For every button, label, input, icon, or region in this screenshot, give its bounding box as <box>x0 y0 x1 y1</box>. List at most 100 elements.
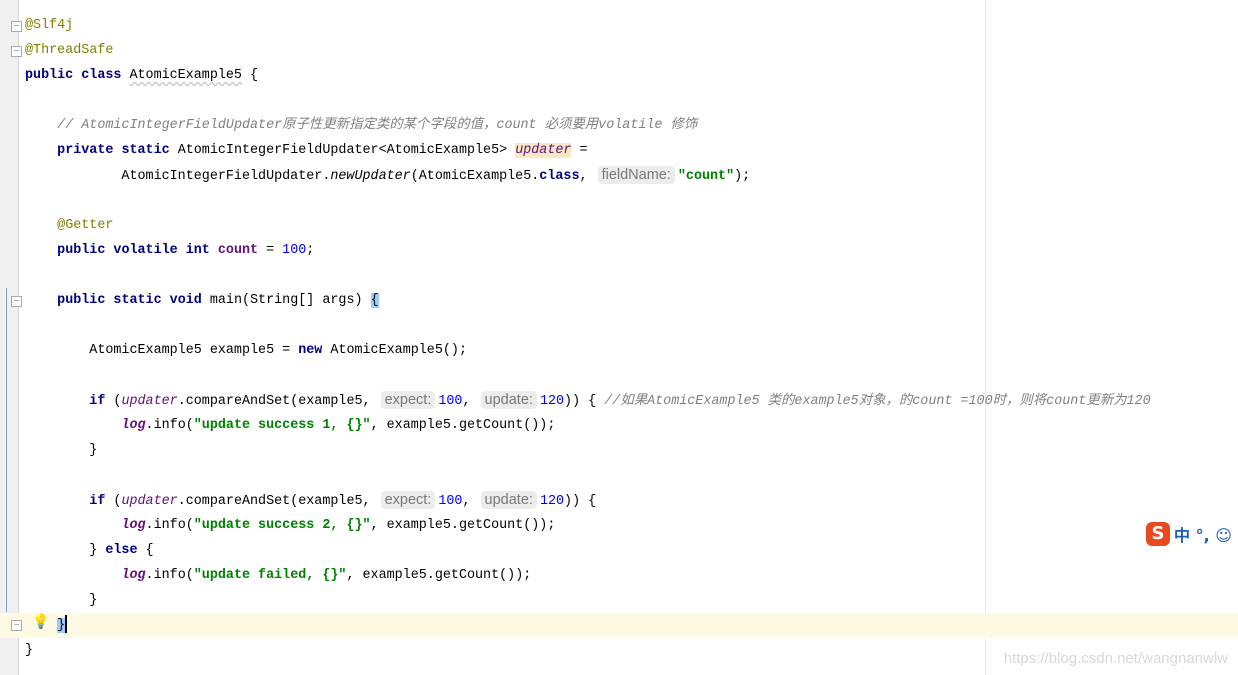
keyword: public volatile int <box>57 243 218 258</box>
annotation: @Getter <box>57 218 114 233</box>
right-margin-guide <box>985 0 986 675</box>
code-text: } <box>25 593 98 608</box>
code-text: .info( <box>145 518 194 533</box>
code-line-1[interactable]: @Slf4j <box>25 13 73 38</box>
text-caret <box>65 615 68 634</box>
code-text: .compareAndSet(example5, <box>177 394 379 409</box>
code-text: )) { <box>564 394 605 409</box>
keyword: if <box>89 394 114 409</box>
code-text: { <box>145 543 154 558</box>
code-text: ; <box>306 243 315 258</box>
log-field: log <box>121 418 146 433</box>
code-text: = <box>258 243 283 258</box>
code-line-25[interactable]: } <box>25 613 68 638</box>
number-literal: 100 <box>282 243 307 258</box>
keyword: if <box>89 494 114 509</box>
annotation: @ThreadSafe <box>25 43 114 58</box>
code-line-14[interactable]: AtomicExample5 example5 = new AtomicExam… <box>25 338 467 363</box>
code-text: )) { <box>564 494 597 509</box>
code-text: , <box>579 169 596 184</box>
code-line-26[interactable]: } <box>25 638 33 663</box>
code-line-21[interactable]: log.info("update success 2, {}", example… <box>25 513 555 538</box>
method-scope-indicator <box>6 288 7 612</box>
string-literal: "update success 2, {}" <box>193 518 371 533</box>
keyword: new <box>298 343 331 358</box>
sogou-ime-logo-icon: S <box>1146 522 1170 546</box>
fold-marker-icon[interactable]: − <box>11 620 22 631</box>
code-line-5[interactable]: // AtomicIntegerFieldUpdater原子性更新指定类的某个字… <box>25 113 697 138</box>
parameter-hint: fieldName: <box>597 166 675 184</box>
parameter-hint: expect: <box>380 491 436 509</box>
current-line-highlight <box>0 613 1238 638</box>
string-literal: "count" <box>677 169 735 184</box>
field: count <box>217 243 259 258</box>
code-text: AtomicIntegerFieldUpdater. <box>25 169 331 184</box>
matched-brace: { <box>370 293 379 308</box>
ime-mode-text[interactable]: 中 °, ☺ <box>1174 522 1232 546</box>
code-line-10[interactable]: public volatile int count = 100; <box>25 238 314 263</box>
code-line-6[interactable]: private static AtomicIntegerFieldUpdater… <box>25 138 588 163</box>
code-line-24[interactable]: } <box>25 588 97 613</box>
code-text: , example5.getCount()); <box>370 518 556 533</box>
code-line-3[interactable]: public class AtomicExample5 { <box>25 63 258 88</box>
class-name: AtomicExample5 <box>129 68 242 83</box>
code-line-7[interactable]: AtomicIntegerFieldUpdater.newUpdater(Ato… <box>25 163 750 188</box>
comment: // AtomicIntegerFieldUpdater原子性更新指定类的某个字… <box>57 118 698 133</box>
number-literal: 120 <box>539 394 565 409</box>
code-line-17[interactable]: log.info("update success 1, {}", example… <box>25 413 555 438</box>
code-text: , <box>462 494 479 509</box>
ime-status-bar[interactable]: S 中 °, ☺ <box>1146 522 1232 546</box>
code-line-2[interactable]: @ThreadSafe <box>25 38 113 63</box>
code-text: , example5.getCount()); <box>370 418 556 433</box>
number-literal: 120 <box>539 494 565 509</box>
code-text: } <box>25 643 34 658</box>
code-text: main(String[] args) <box>209 293 371 308</box>
code-line-9[interactable]: @Getter <box>25 213 113 238</box>
code-text: } <box>25 543 106 558</box>
code-line-22[interactable]: } else { <box>25 538 154 563</box>
code-line-12[interactable]: public static void main(String[] args) { <box>25 288 379 313</box>
code-text: AtomicIntegerFieldUpdater<AtomicExample5… <box>177 143 516 158</box>
parameter-hint: update: <box>480 391 537 409</box>
code-text: ); <box>734 169 751 184</box>
watermark: https://blog.csdn.net/wangnanwlw <box>1003 650 1228 667</box>
code-text: , <box>462 394 479 409</box>
code-text: .info( <box>145 418 194 433</box>
code-line-20[interactable]: if (updater.compareAndSet(example5, expe… <box>25 488 596 513</box>
fold-marker-icon[interactable]: − <box>11 21 22 32</box>
string-literal: "update failed, {}" <box>193 568 347 583</box>
static-field: updater <box>121 394 178 409</box>
code-line-16[interactable]: if (updater.compareAndSet(example5, expe… <box>25 388 1151 413</box>
code-line-23[interactable]: log.info("update failed, {}", example5.g… <box>25 563 531 588</box>
static-method: newUpdater <box>330 169 411 184</box>
string-literal: "update success 1, {}" <box>193 418 371 433</box>
editor-gutter <box>0 0 19 675</box>
code-line-18[interactable]: } <box>25 438 97 463</box>
keyword: public class <box>25 68 130 83</box>
keyword: private static <box>57 143 178 158</box>
static-field: updater <box>515 143 572 158</box>
keyword: public static void <box>57 293 210 308</box>
code-text: .info( <box>145 568 194 583</box>
number-literal: 100 <box>438 494 463 509</box>
fold-marker-icon[interactable]: − <box>11 296 22 307</box>
log-field: log <box>121 518 146 533</box>
annotation: @Slf4j <box>25 18 74 33</box>
code-text: { <box>241 68 259 83</box>
fold-marker-icon[interactable]: − <box>11 46 22 57</box>
log-field: log <box>121 568 146 583</box>
matched-brace: } <box>57 618 66 633</box>
code-text: = <box>571 143 588 158</box>
static-field: updater <box>121 494 178 509</box>
keyword: else <box>105 543 146 558</box>
number-literal: 100 <box>438 394 463 409</box>
